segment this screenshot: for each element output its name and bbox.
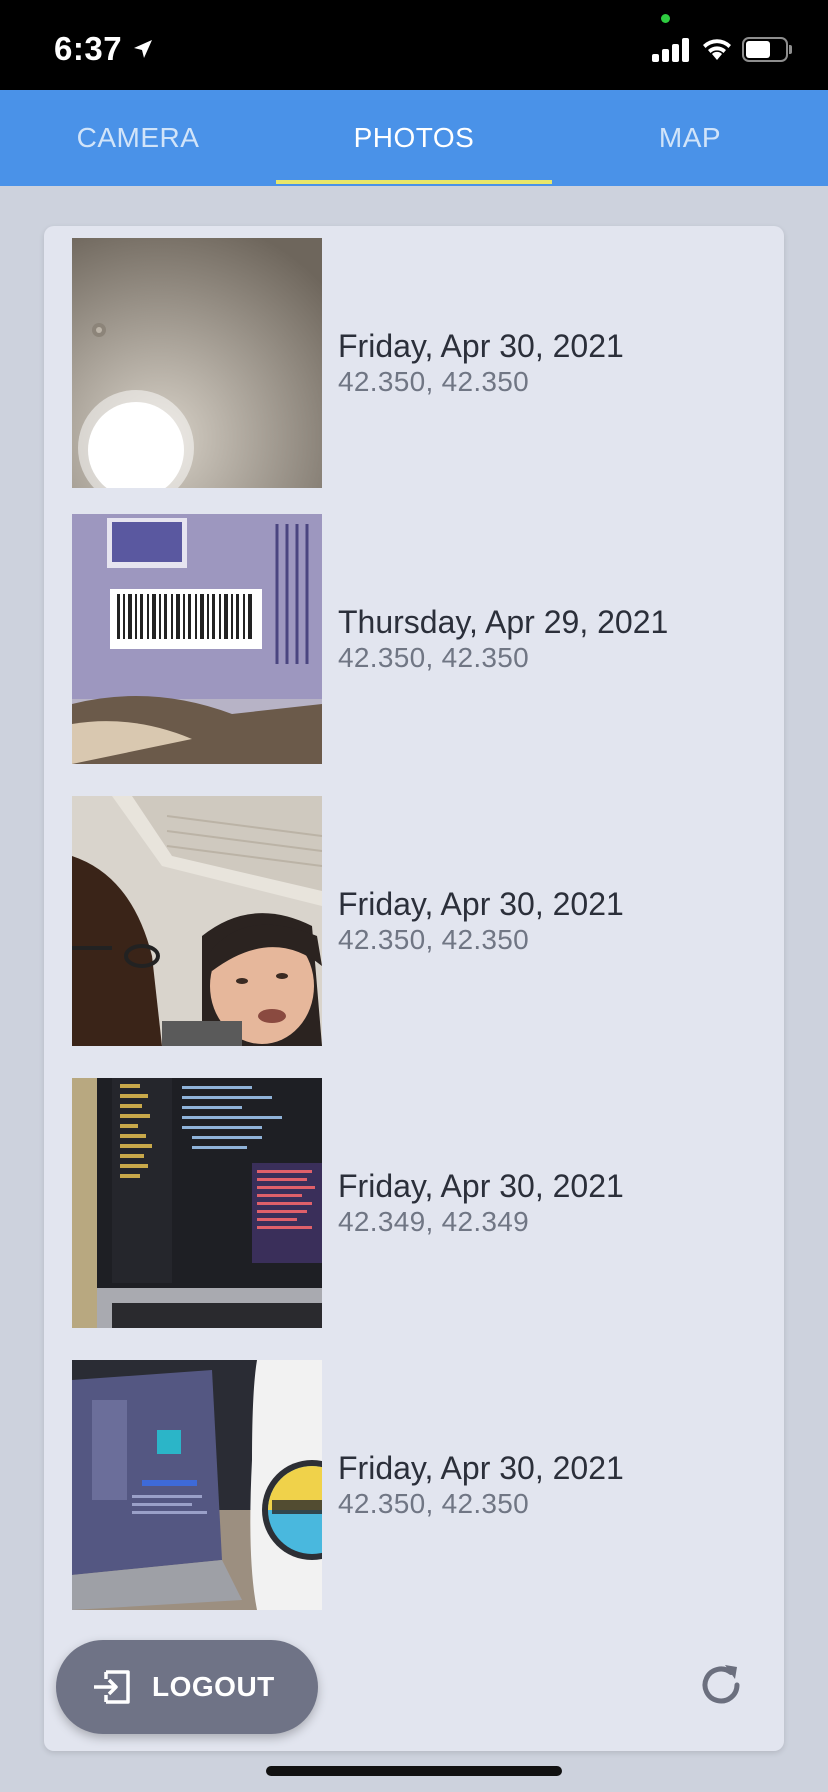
photo-coordinates: 42.349, 42.349 [338,1206,530,1237]
home-indicator [266,1766,562,1776]
photo-list-item[interactable]: Friday, Apr 30, 2021 42.349, 42.349 [72,1078,772,1328]
status-time: 6:37 [54,30,123,67]
photo-date: Friday, Apr 30, 2021 [338,1450,624,1486]
photo-coordinates: 42.350, 42.350 [338,1488,530,1519]
photo-list-item[interactable]: Thursday, Apr 29, 2021 42.350, 42.350 [72,514,772,764]
photo-coordinates: 42.350, 42.350 [338,924,530,955]
signal-icon [652,38,690,62]
refresh-icon[interactable] [695,1659,747,1711]
photo-list-item[interactable]: Friday, Apr 30, 2021 42.350, 42.350 [72,238,772,488]
tab-map[interactable]: MAP [552,90,828,186]
location-arrow-icon [134,40,152,58]
photo-thumbnail [72,1360,322,1610]
photo-date: Friday, Apr 30, 2021 [338,1168,624,1204]
photo-date: Friday, Apr 30, 2021 [338,328,624,364]
logout-label: LOGOUT [152,1671,275,1702]
photos-card: Friday, Apr 30, 2021 42.350, 42.350 Thur… [44,226,784,1751]
photo-thumbnail [72,238,322,488]
active-tab-indicator [276,180,552,184]
tab-camera[interactable]: CAMERA [0,90,276,186]
tab-bar: CAMERA PHOTOS MAP [0,90,828,186]
photo-thumbnail [72,796,322,1046]
status-bar: 6:37 [0,0,828,90]
photo-list-item[interactable]: Friday, Apr 30, 2021 42.350, 42.350 [72,1360,772,1610]
photo-coordinates: 42.350, 42.350 [338,642,530,673]
camera-indicator-dot [661,14,670,23]
photo-thumbnail [72,1078,322,1328]
logout-button[interactable]: LOGOUT [56,1640,318,1734]
photo-date: Friday, Apr 30, 2021 [338,886,624,922]
photo-date: Thursday, Apr 29, 2021 [338,604,669,640]
tab-photos[interactable]: PHOTOS [276,90,552,186]
wifi-icon [703,39,731,60]
logout-icon [94,1670,130,1704]
photo-list-item[interactable]: Friday, Apr 30, 2021 42.350, 42.350 [72,796,772,1046]
photo-thumbnail [72,514,322,764]
photo-coordinates: 42.350, 42.350 [338,366,530,397]
battery-icon [742,37,792,62]
